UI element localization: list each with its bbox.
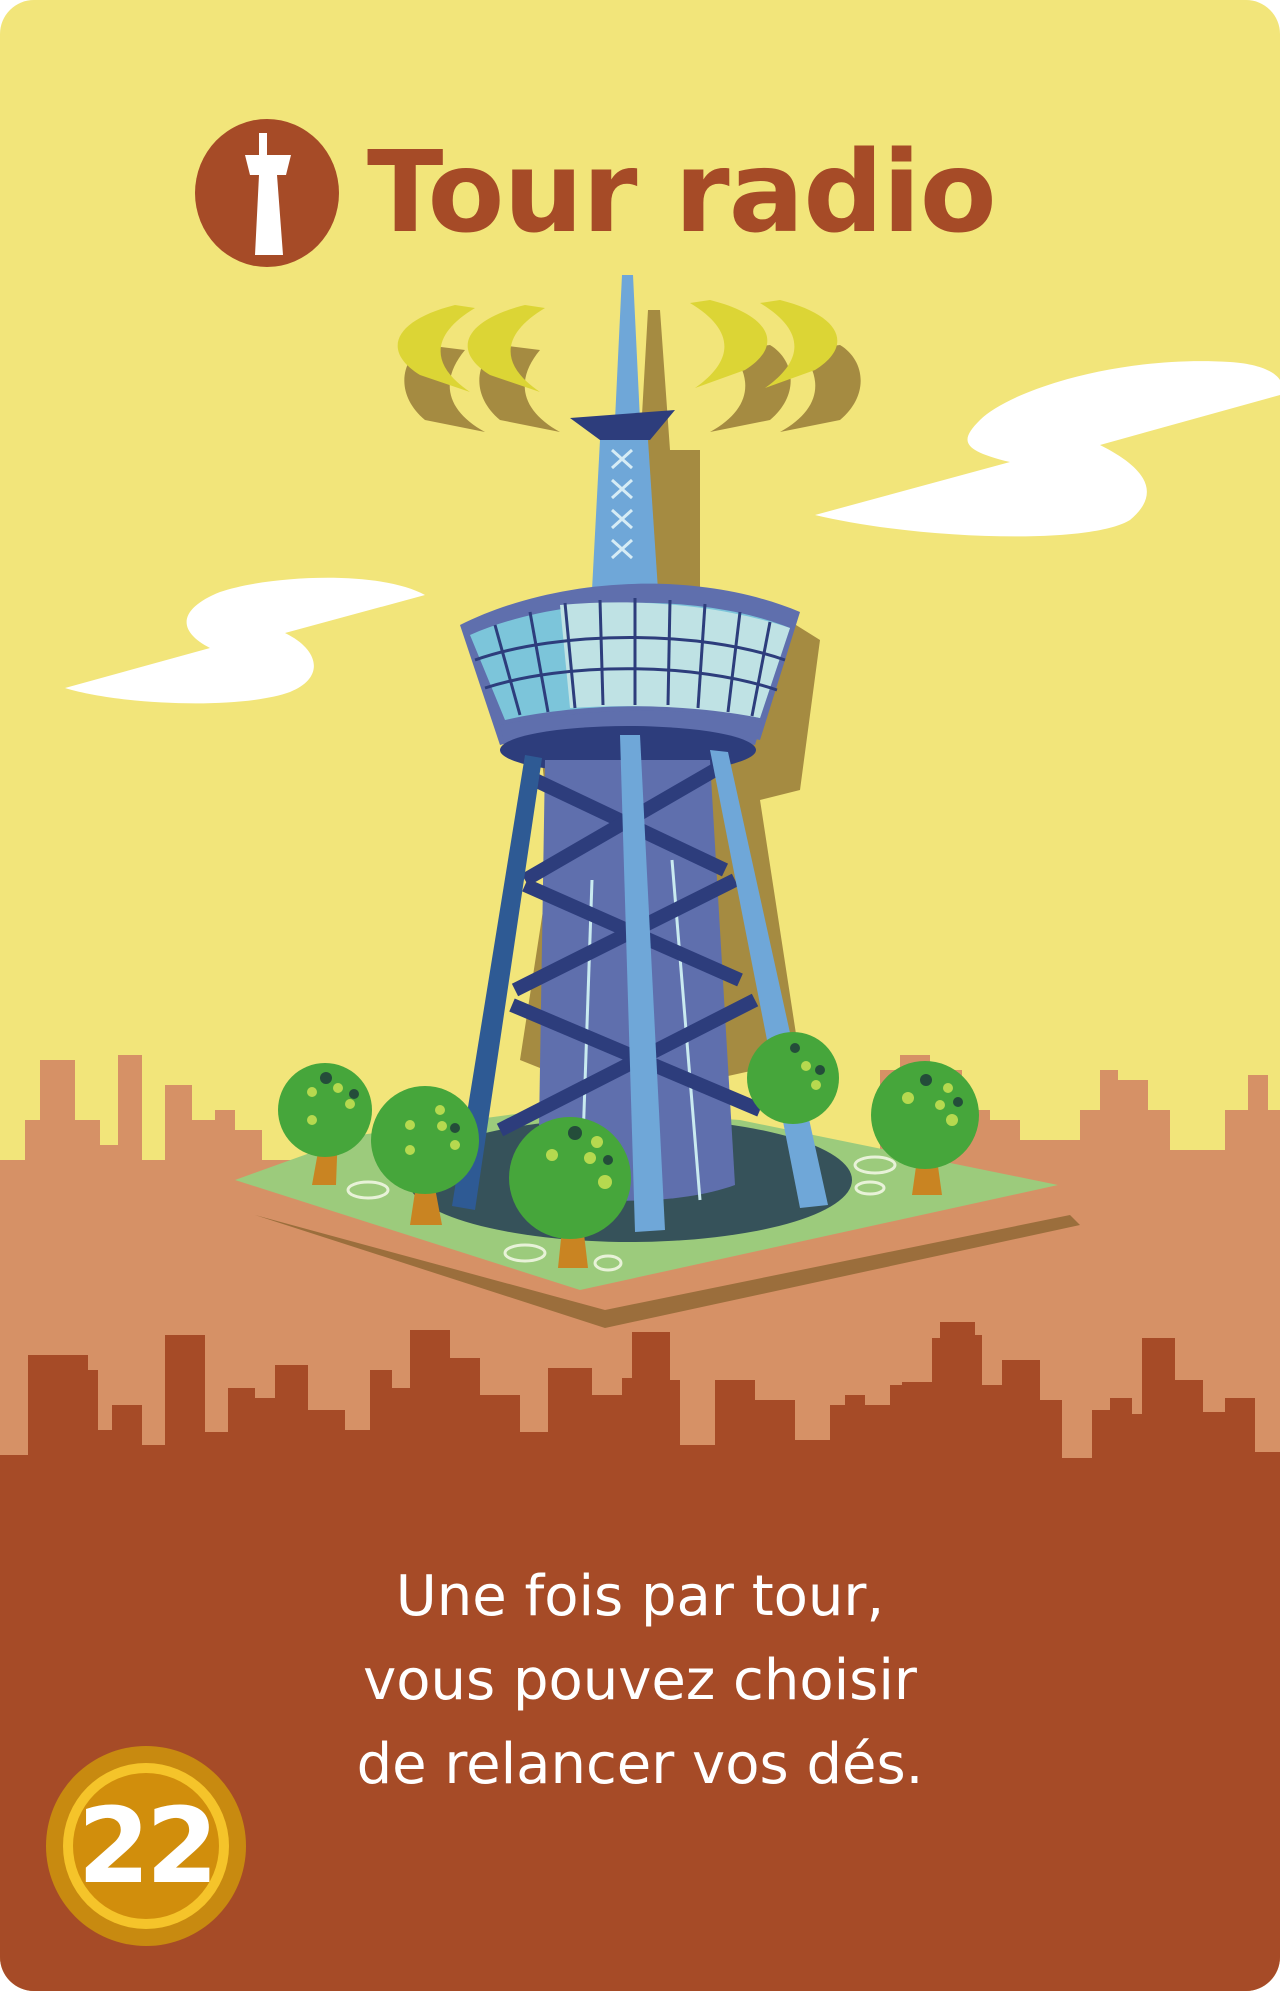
tree xyxy=(747,1032,839,1124)
description-line: Une fois par tour, xyxy=(395,1564,885,1629)
card-title: Tour radio xyxy=(367,128,997,258)
card-description: Une fois par tour, vous pouvez choisir d… xyxy=(240,1555,1040,1807)
cost-badge-ring: 22 xyxy=(63,1763,229,1929)
cloud-right xyxy=(815,361,1280,537)
cost-badge: 22 xyxy=(46,1746,246,1946)
antenna xyxy=(615,275,640,420)
card-title-row: Tour radio xyxy=(195,118,997,268)
cloud-left xyxy=(65,577,425,704)
description-line: vous pouvez choisir xyxy=(363,1648,917,1713)
description-line: de relancer vos dés. xyxy=(356,1732,924,1797)
cost-value: 22 xyxy=(73,1773,219,1919)
building-card: Tour radio Une fois par tour, vous pouve… xyxy=(0,0,1280,1991)
radio-tower-icon xyxy=(195,119,339,267)
